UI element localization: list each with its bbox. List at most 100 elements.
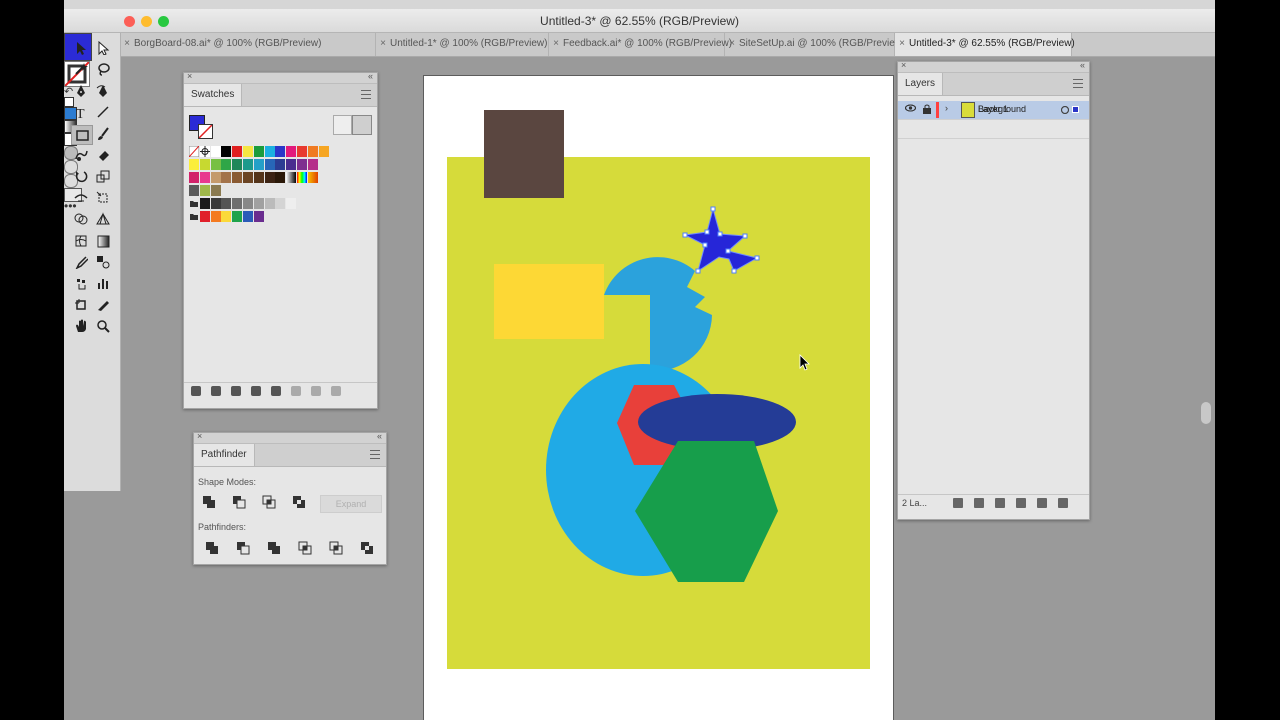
- anchor-point[interactable]: [704, 229, 710, 235]
- color-swatch[interactable]: [199, 172, 211, 183]
- gradient-tool-icon[interactable]: [93, 232, 113, 250]
- show-kinds-icon[interactable]: [211, 386, 221, 396]
- document-tab[interactable]: × BorgBoard-08.ai* @ 100% (RGB/Preview): [120, 33, 376, 56]
- anchor-point[interactable]: [731, 268, 737, 274]
- outline-icon[interactable]: [329, 541, 343, 555]
- pattern-swatch[interactable]: [199, 185, 211, 196]
- slice-tool-icon[interactable]: [93, 296, 113, 314]
- registration-swatch[interactable]: [199, 146, 211, 157]
- color-swatch[interactable]: [221, 211, 233, 222]
- swatch-libraries-icon[interactable]: [191, 386, 201, 396]
- color-swatch[interactable]: [243, 159, 254, 170]
- artwork-canvas[interactable]: [423, 75, 893, 720]
- vertical-scrollbar[interactable]: [1201, 402, 1211, 424]
- close-icon[interactable]: ×: [197, 431, 202, 441]
- anchor-point[interactable]: [710, 206, 716, 212]
- symbol-sprayer-tool-icon[interactable]: [71, 274, 91, 292]
- close-tab-icon[interactable]: ×: [376, 33, 390, 55]
- color-swatch[interactable]: [275, 146, 287, 157]
- panel-menu-icon[interactable]: [1073, 79, 1083, 88]
- anchor-point[interactable]: [682, 232, 688, 238]
- create-sublayer-icon[interactable]: [1016, 498, 1026, 508]
- new-swatch-icon[interactable]: [311, 386, 321, 396]
- paintbrush-tool-icon[interactable]: [93, 125, 113, 143]
- pattern-swatch[interactable]: [189, 185, 200, 196]
- layer-name[interactable]: Background: [978, 104, 1026, 114]
- color-swatch[interactable]: [210, 172, 222, 183]
- grid-view-icon[interactable]: [352, 115, 372, 135]
- anchor-point[interactable]: [754, 255, 760, 261]
- color-swatch[interactable]: [210, 146, 222, 157]
- lock-icon[interactable]: [923, 104, 931, 117]
- type-tool-icon[interactable]: T: [71, 103, 91, 121]
- color-swatch[interactable]: [243, 146, 254, 157]
- close-tab-icon[interactable]: ×: [549, 33, 563, 55]
- color-swatch[interactable]: [243, 211, 254, 222]
- color-swatch[interactable]: [232, 159, 244, 170]
- color-swatch[interactable]: [253, 211, 265, 222]
- color-swatch[interactable]: [199, 211, 211, 222]
- swatch-options-icon[interactable]: [251, 386, 261, 396]
- trim-icon[interactable]: [236, 541, 250, 555]
- pattern-swatch[interactable]: [210, 185, 222, 196]
- width-tool-icon[interactable]: [71, 189, 91, 207]
- color-swatch[interactable]: [318, 146, 330, 157]
- rotate-tool-icon[interactable]: [71, 167, 91, 185]
- color-swatch[interactable]: [199, 159, 211, 170]
- delete-swatch-icon[interactable]: [331, 386, 341, 396]
- minus-front-icon[interactable]: [232, 495, 246, 509]
- pen-tool-icon[interactable]: [71, 82, 91, 100]
- yellow-rectangle[interactable]: [494, 264, 604, 339]
- document-tab[interactable]: × Feedback.ai* @ 100% (RGB/Preview): [549, 33, 732, 56]
- panel-menu-icon[interactable]: [370, 450, 380, 459]
- color-swatch[interactable]: [286, 159, 298, 170]
- color-swatch[interactable]: [232, 198, 244, 209]
- direct-selection-tool-icon[interactable]: [93, 39, 113, 57]
- selection-indicator[interactable]: [1072, 106, 1079, 113]
- gradient-swatch[interactable]: [297, 172, 308, 183]
- anchor-point[interactable]: [742, 233, 748, 239]
- color-swatch[interactable]: [253, 198, 265, 209]
- color-swatch[interactable]: [221, 198, 233, 209]
- color-swatch[interactable]: [297, 159, 308, 170]
- document-tab[interactable]: × SiteSetUp.ai @ 100% (RGB/Preview): [725, 33, 905, 56]
- collapse-icon[interactable]: «: [368, 71, 373, 81]
- color-swatch[interactable]: [210, 211, 222, 222]
- document-tab[interactable]: × Untitled-3* @ 62.55% (RGB/Preview): [895, 33, 1075, 56]
- selection-tool-icon[interactable]: [71, 39, 91, 57]
- anchor-point[interactable]: [702, 242, 708, 248]
- color-swatch[interactable]: [243, 198, 254, 209]
- locate-object-icon[interactable]: [974, 498, 984, 508]
- anchor-point[interactable]: [717, 231, 723, 237]
- document-tab[interactable]: × Untitled-1* @ 100% (RGB/Preview): [376, 33, 549, 56]
- color-swatch[interactable]: [253, 146, 265, 157]
- color-swatch[interactable]: [253, 159, 265, 170]
- color-swatch[interactable]: [232, 211, 244, 222]
- color-swatch[interactable]: [210, 159, 222, 170]
- blend-tool-icon[interactable]: [93, 253, 113, 271]
- close-tab-icon[interactable]: ×: [895, 33, 909, 55]
- merge-icon[interactable]: [267, 541, 281, 555]
- shape-builder-tool-icon[interactable]: [71, 210, 91, 228]
- fill-stroke-indicator[interactable]: [189, 115, 213, 139]
- scale-tool-icon[interactable]: [93, 167, 113, 185]
- close-tab-icon[interactable]: ×: [120, 33, 134, 55]
- crop-icon[interactable]: [298, 541, 312, 555]
- brown-square[interactable]: [484, 110, 564, 198]
- column-graph-tool-icon[interactable]: [93, 274, 113, 292]
- color-group-icon[interactable]: [271, 386, 281, 396]
- eraser-tool-icon[interactable]: [93, 146, 113, 164]
- color-group-folder-icon[interactable]: [189, 211, 200, 222]
- color-swatch[interactable]: [275, 159, 287, 170]
- divide-icon[interactable]: [205, 541, 219, 555]
- magic-wand-tool-icon[interactable]: [71, 60, 91, 78]
- new-layer-icon[interactable]: [1037, 498, 1047, 508]
- color-swatch[interactable]: [189, 159, 200, 170]
- mesh-tool-icon[interactable]: [71, 232, 91, 250]
- tab-swatches[interactable]: Swatches: [184, 84, 243, 106]
- eyedropper-tool-icon[interactable]: [71, 253, 91, 271]
- collapse-icon[interactable]: «: [377, 431, 382, 441]
- close-icon[interactable]: ×: [187, 71, 192, 81]
- color-swatch[interactable]: [221, 146, 233, 157]
- perspective-grid-tool-icon[interactable]: [93, 210, 113, 228]
